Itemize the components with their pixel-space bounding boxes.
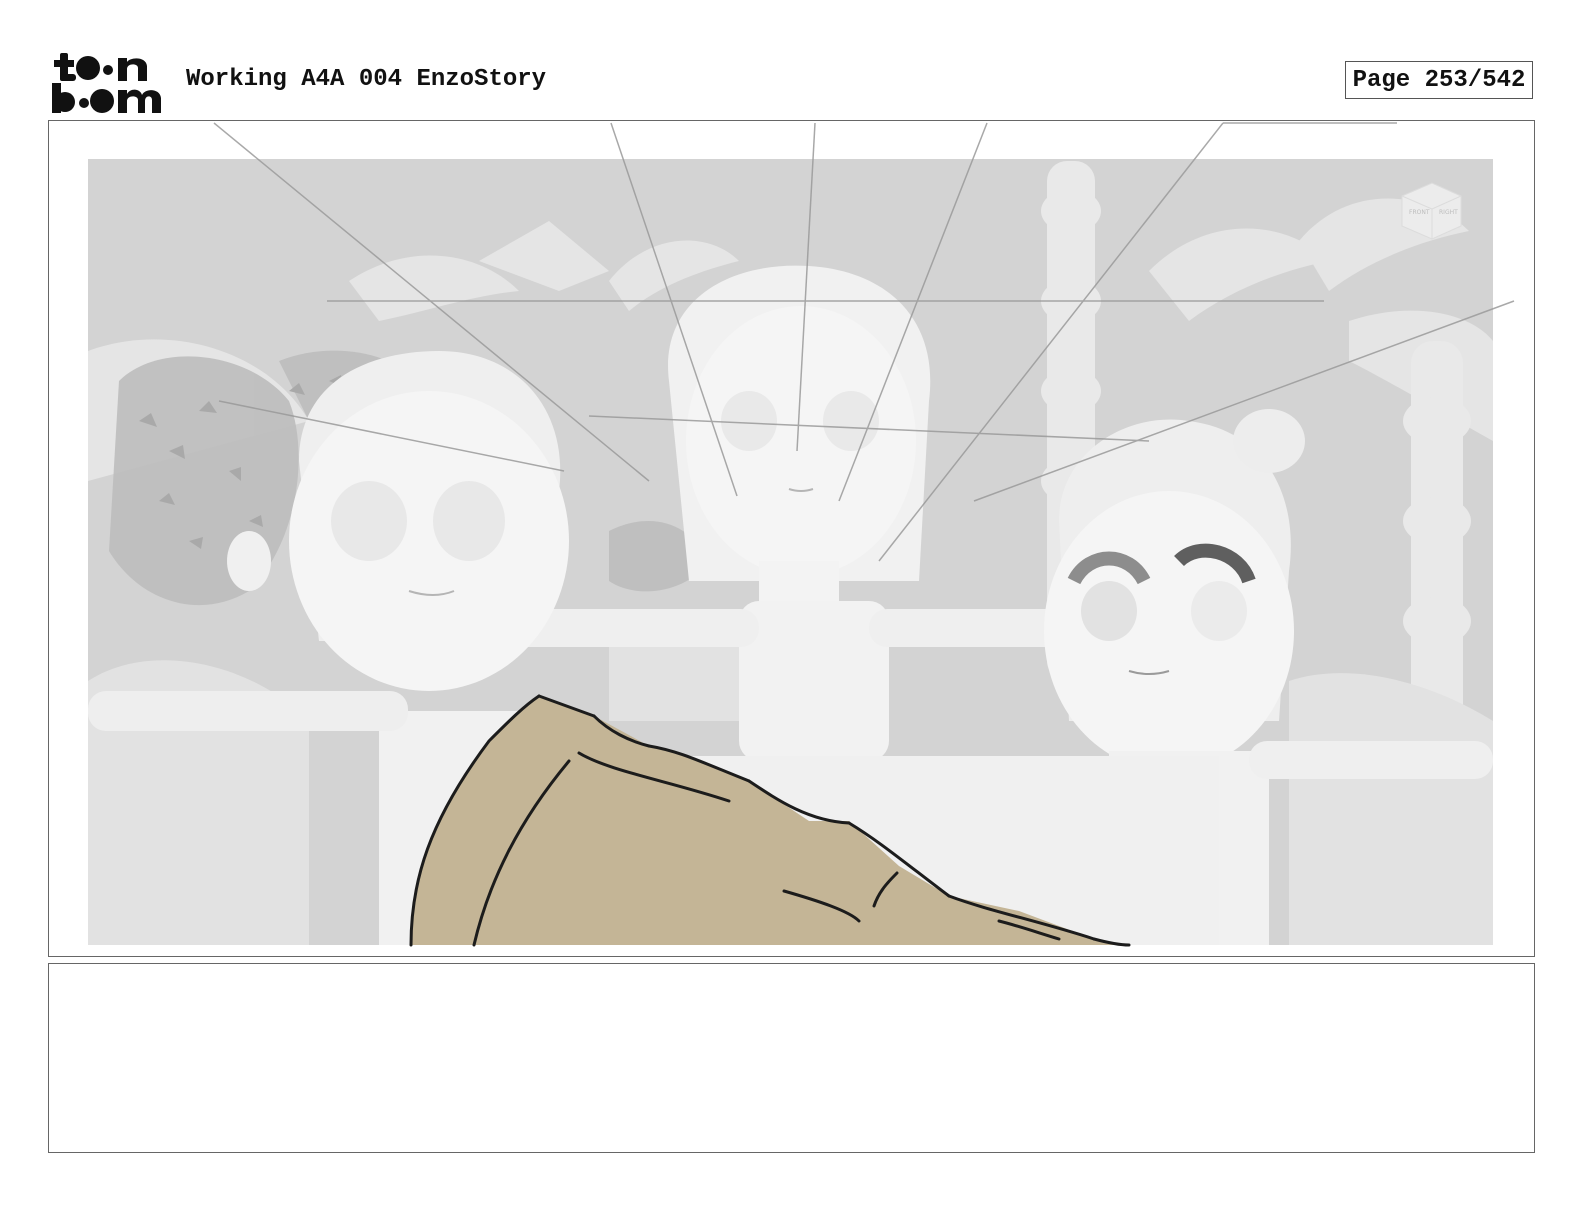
page-number-badge: Page 253/542 [1345, 61, 1533, 99]
panel-artwork: FRONT RIGHT [88, 122, 1515, 947]
viewcube-front-label: FRONT [1409, 209, 1430, 216]
viewcube-right-label: RIGHT [1439, 209, 1458, 216]
toonboom-logo [52, 53, 161, 113]
storyboard-panel: FRONT RIGHT [48, 120, 1535, 957]
storyboard-page: Working A4A 004 EnzoStory Page 253/542 F… [0, 0, 1584, 1224]
panel-notes-box[interactable] [48, 963, 1535, 1153]
document-title: Working A4A 004 EnzoStory [186, 66, 547, 93]
